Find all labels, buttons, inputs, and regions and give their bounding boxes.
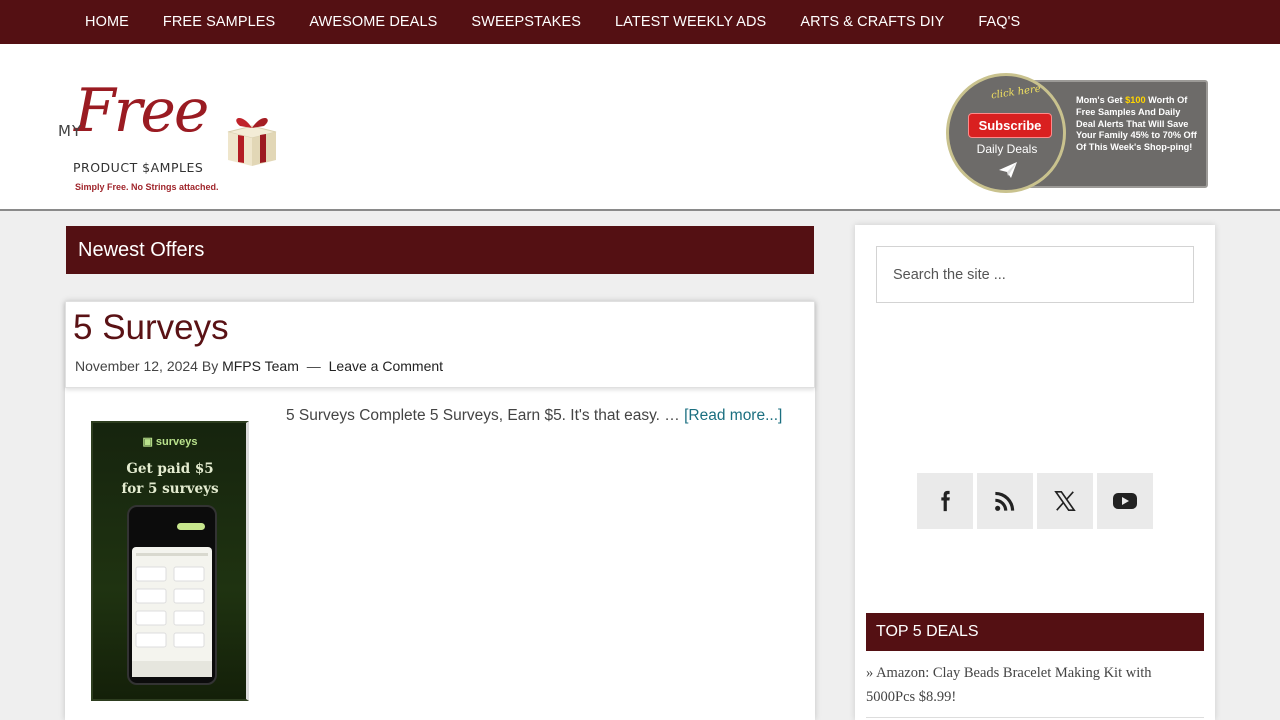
gift-box-icon: [227, 117, 277, 166]
top-5-deals-heading: TOP 5 DEALS: [866, 613, 1204, 651]
deal-divider: [866, 717, 1204, 718]
post-excerpt: 5 Surveys Complete 5 Surveys, Earn $5. I…: [286, 407, 782, 425]
subscribe-pitch-text: Mom's Get $100 Worth Of Free Samples And…: [1076, 95, 1198, 154]
phone-screen: [132, 547, 212, 677]
facebook-icon: [941, 490, 950, 512]
phone-screen-rows: [132, 553, 212, 677]
phone-pill: [177, 523, 205, 530]
youtube-link[interactable]: [1097, 473, 1153, 529]
pitch-prefix: Mom's Get: [1076, 95, 1126, 105]
nav-list: HOME FREE SAMPLES AWESOME DEALS SWEEPSTA…: [0, 0, 1280, 44]
nav-item-faqs[interactable]: FAQ'S: [961, 14, 1037, 30]
post-thumbnail[interactable]: ▣ surveys Get paid $5 for 5 surveys: [91, 421, 249, 701]
subscribe-button[interactable]: Subscribe: [968, 113, 1052, 138]
logo-free-word: Free: [74, 76, 209, 146]
deal-link-1[interactable]: » Amazon: Clay Beads Bracelet Making Kit…: [866, 661, 1204, 709]
x-link[interactable]: [1037, 473, 1093, 529]
site-logo[interactable]: Free MY PRODUCT $AMPLES Simply Free. No …: [56, 76, 288, 198]
phone-mockup-image: [127, 505, 217, 685]
site-header: Free MY PRODUCT $AMPLES Simply Free. No …: [0, 44, 1280, 211]
logo-product-samples: PRODUCT $AMPLES: [73, 160, 204, 175]
subscribe-badge: click here Subscribe Daily Deals: [946, 73, 1066, 193]
click-here-label: click here: [990, 83, 1042, 102]
nav-item-free-samples[interactable]: FREE SAMPLES: [146, 14, 292, 30]
nav-item-awesome-deals[interactable]: AWESOME DEALS: [292, 14, 454, 30]
thumb-brand: ▣ surveys: [142, 436, 198, 448]
read-more-link[interactable]: [Read more...]: [684, 407, 782, 424]
post-date: November 12, 2024: [75, 358, 198, 374]
meta-separator: —: [306, 358, 321, 374]
post-header: 5 Surveys November 12, 2024 By MFPS Team…: [65, 301, 815, 388]
leave-comment-link[interactable]: Leave a Comment: [329, 358, 443, 374]
x-icon: [1054, 491, 1076, 511]
post-entry: 5 Surveys November 12, 2024 By MFPS Team…: [65, 301, 815, 720]
post-meta: November 12, 2024 By MFPS Team — Leave a…: [75, 358, 443, 374]
daily-deals-label: Daily Deals: [976, 142, 1038, 156]
thumb-headline-line-1: Get paid $5: [126, 461, 214, 477]
nav-item-latest-weekly-ads[interactable]: LATEST WEEKLY ADS: [598, 14, 783, 30]
subscribe-daily-deals-banner[interactable]: Mom's Get $100 Worth Of Free Samples And…: [946, 73, 1210, 193]
newest-offers-heading: Newest Offers: [66, 226, 814, 274]
rss-icon: [995, 491, 1015, 511]
thumb-headline-line-2: for 5 surveys: [121, 481, 219, 497]
top-navigation: HOME FREE SAMPLES AWESOME DEALS SWEEPSTA…: [0, 0, 1280, 44]
post-by-label: By: [201, 358, 219, 374]
pitch-amount: $100: [1125, 95, 1146, 105]
logo-my-word: MY: [58, 122, 83, 140]
youtube-icon: [1113, 493, 1137, 509]
paper-plane-icon: [999, 162, 1017, 178]
thumb-headline: Get paid $5 for 5 surveys: [93, 459, 247, 499]
social-links: [917, 473, 1153, 529]
nav-item-home[interactable]: HOME: [68, 14, 146, 30]
post-excerpt-text: 5 Surveys Complete 5 Surveys, Earn $5. I…: [286, 407, 680, 424]
newest-offers-title: Newest Offers: [78, 239, 205, 261]
nav-item-arts-crafts-diy[interactable]: ARTS & CRAFTS DIY: [783, 14, 961, 30]
nav-item-sweepstakes[interactable]: SWEEPSTAKES: [454, 14, 598, 30]
sidebar: TOP 5 DEALS » Amazon: Clay Beads Bracele…: [855, 225, 1215, 720]
logo-tagline: Simply Free. No Strings attached.: [75, 182, 219, 192]
rss-link[interactable]: [977, 473, 1033, 529]
post-title[interactable]: 5 Surveys: [73, 308, 229, 348]
thumb-brand-text: surveys: [155, 436, 198, 448]
post-author-link[interactable]: MFPS Team: [222, 358, 299, 374]
search-input[interactable]: [876, 246, 1194, 303]
facebook-link[interactable]: [917, 473, 973, 529]
